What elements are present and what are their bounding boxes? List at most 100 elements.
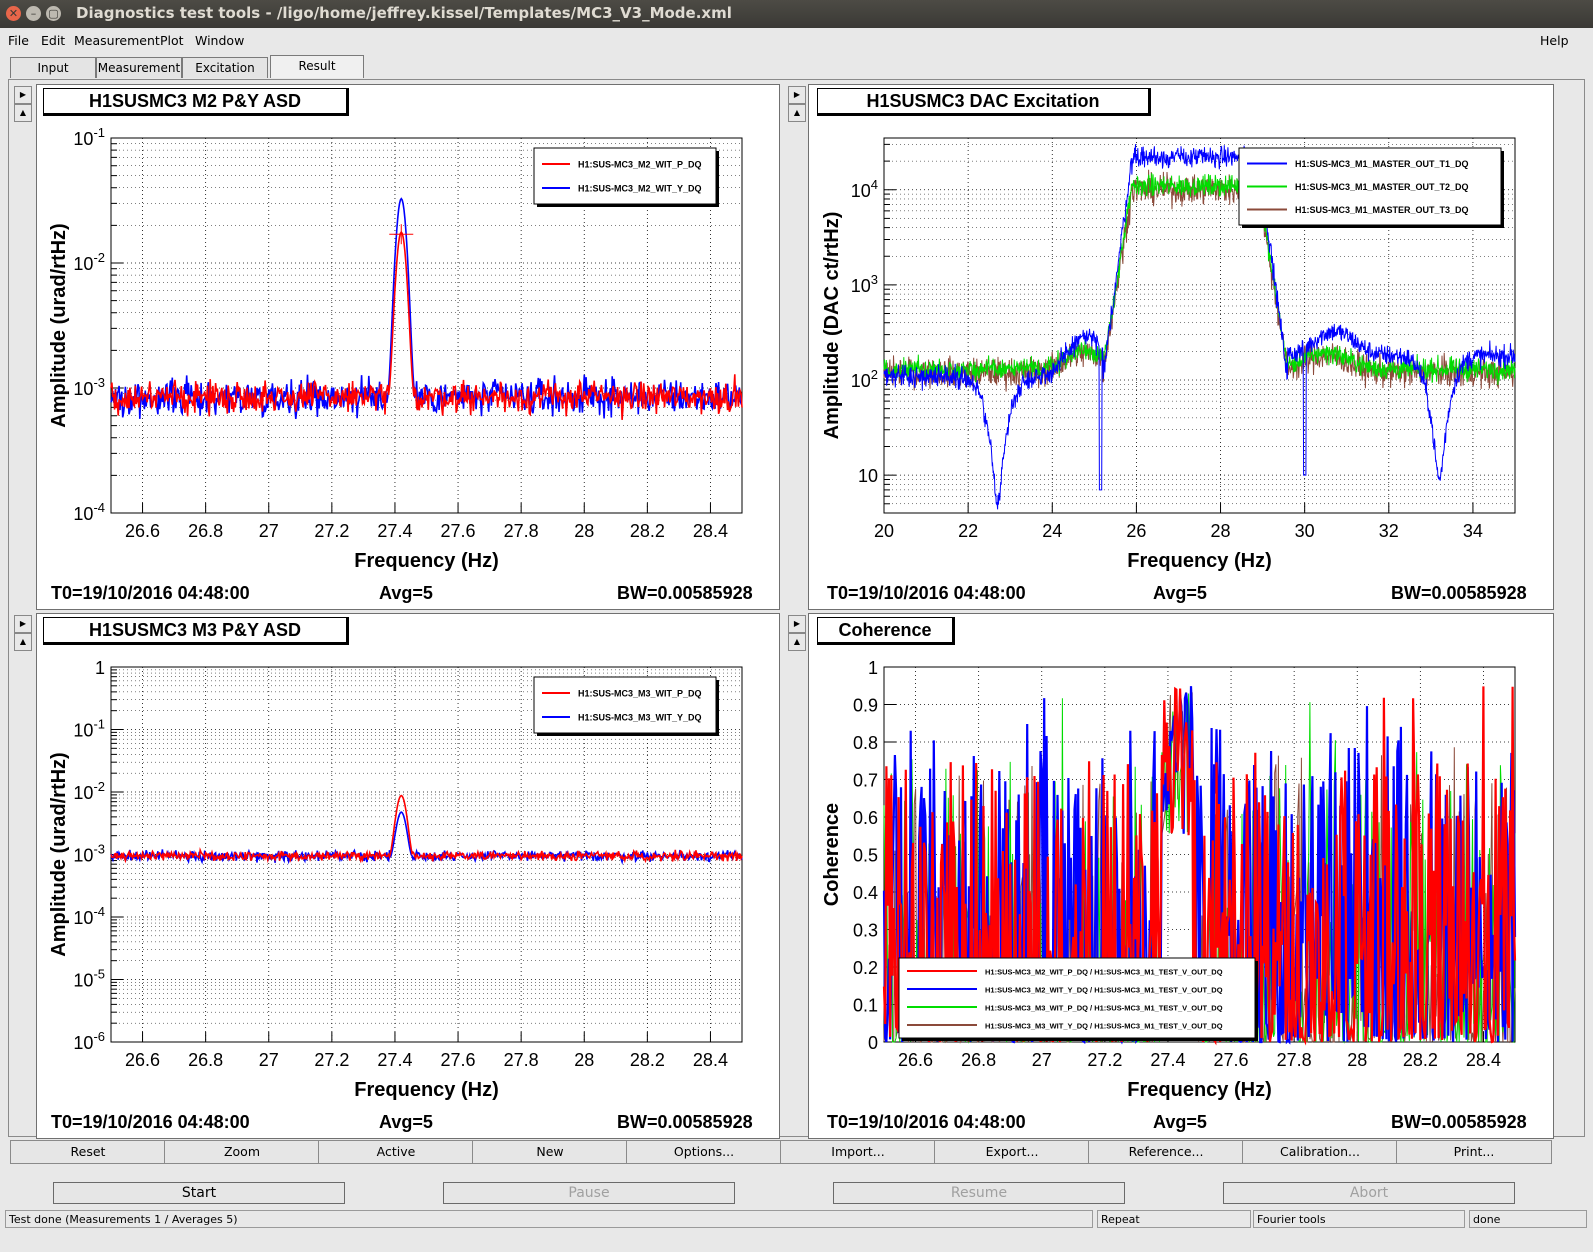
y-tick-label: 10-1 xyxy=(73,717,105,741)
plot-pad-dac-excitation[interactable]: H1SUSMC3 DAC Excitation 20 22 24 26 28 30 32 34… xyxy=(808,84,1554,610)
y-tick-label: 10-5 xyxy=(73,967,105,991)
x-tick-label: 27.4 xyxy=(377,1050,412,1070)
plot-pad-m2-asd[interactable]: H1SUSMC3 M2 P&Y ASD 26.6 26.8 27 27.2 27.4 27… xyxy=(36,84,780,610)
chart-dac-excitation[interactable]: 20 22 24 26 28 30 32 34 10 102 103 104 Frequency (Hz… xyxy=(809,85,1553,609)
reference-button[interactable]: Reference... xyxy=(1088,1140,1244,1164)
y-tick-label: 1 xyxy=(868,658,878,678)
chart-coherence[interactable]: 26.6 26.8 27 27.2 27.4 27.6 27.8 28 28.2 28.4 0 0.1… xyxy=(809,614,1553,1138)
x-tick-label: 27.8 xyxy=(504,1050,539,1070)
legend-box xyxy=(533,676,717,734)
tab-excitation[interactable]: Excitation xyxy=(182,57,268,78)
menu-plot[interactable]: Plot xyxy=(160,33,184,48)
options-button[interactable]: Options... xyxy=(626,1140,782,1164)
pad3-collapse-icon[interactable]: ▲ xyxy=(14,633,32,651)
abort-button[interactable]: Abort xyxy=(1223,1182,1515,1204)
tab-measurement[interactable]: Measurement xyxy=(96,57,182,78)
pause-button[interactable]: Pause xyxy=(443,1182,735,1204)
x-tick-label: 28.4 xyxy=(1466,1050,1501,1070)
legend-entry: H1:SUS-MC3_M2_WIT_Y_DQ / H1:SUS-MC3_M1_T… xyxy=(985,986,1223,995)
window-titlebar: ✕ – ▢ Diagnostics test tools - /ligo/hom… xyxy=(0,0,1593,28)
chart-m3-asd[interactable]: 26.6 26.8 27 27.2 27.4 27.6 27.8 28 28.2 28.4 10-6… xyxy=(37,614,779,1138)
x-tick-label: 28 xyxy=(1347,1050,1367,1070)
pad4-collapse-icon[interactable]: ▲ xyxy=(788,633,806,651)
x-tick-label: 26.6 xyxy=(125,1050,160,1070)
export-button[interactable]: Export... xyxy=(934,1140,1090,1164)
plot-t0: T0=19/10/2016 04:48:00 xyxy=(827,1112,1026,1132)
y-axis-label: Amplitude (urad/rtHz) xyxy=(48,223,70,427)
x-tick-label: 28.2 xyxy=(1403,1050,1438,1070)
y-tick-label: 10-3 xyxy=(73,375,105,399)
y-tick-label: 10-2 xyxy=(73,250,105,274)
tab-result[interactable]: Result xyxy=(270,55,364,78)
plot-pad-coherence[interactable]: Coherence 26.6 26.8 27 27.2 27.4 27.6 27.8 28 28… xyxy=(808,613,1554,1139)
window-title: Diagnostics test tools - /ligo/home/jeff… xyxy=(76,4,732,22)
x-tick-label: 27.8 xyxy=(1277,1050,1312,1070)
calibration-button[interactable]: Calibration... xyxy=(1242,1140,1398,1164)
menu-window[interactable]: Window xyxy=(195,33,244,48)
y-tick-label: 0.5 xyxy=(853,846,878,866)
legend-entry: H1:SUS-MC3_M3_WIT_P_DQ / H1:SUS-MC3_M1_T… xyxy=(985,1004,1223,1013)
print-button[interactable]: Print... xyxy=(1396,1140,1552,1164)
resume-button[interactable]: Resume xyxy=(833,1182,1125,1204)
plot-avg: Avg=5 xyxy=(379,1112,433,1132)
pad2-expand-icon[interactable]: ▶ xyxy=(788,86,806,104)
plot-bw: BW=0.00585928 xyxy=(617,583,753,603)
minimize-window-icon[interactable]: – xyxy=(26,6,41,21)
active-button[interactable]: Active xyxy=(318,1140,474,1164)
zoom-button[interactable]: Zoom xyxy=(164,1140,320,1164)
x-tick-label: 28.2 xyxy=(630,1050,665,1070)
pad1-collapse-icon[interactable]: ▲ xyxy=(14,104,32,122)
pad4-expand-icon[interactable]: ▶ xyxy=(788,615,806,633)
legend-entry: H1:SUS-MC3_M2_WIT_P_DQ / H1:SUS-MC3_M1_T… xyxy=(985,968,1223,977)
pad1-expand-icon[interactable]: ▶ xyxy=(14,86,32,104)
import-button[interactable]: Import... xyxy=(780,1140,936,1164)
x-tick-label: 27 xyxy=(1032,1050,1052,1070)
plot-pad-m3-asd[interactable]: H1SUSMC3 M3 P&Y ASD 26.6 26.8 27 27.2 27.4 27… xyxy=(36,613,780,1139)
x-tick-label: 27 xyxy=(259,1050,279,1070)
y-tick-label: 104 xyxy=(851,177,878,201)
menu-measurement[interactable]: Measurement xyxy=(74,33,160,48)
x-tick-label: 20 xyxy=(874,521,894,541)
x-tick-label: 30 xyxy=(1295,521,1315,541)
y-tick-label: 102 xyxy=(851,367,878,391)
x-axis-label: Frequency (Hz) xyxy=(1127,1079,1271,1101)
plot-t0: T0=19/10/2016 04:48:00 xyxy=(827,583,1026,603)
plot-avg: Avg=5 xyxy=(379,583,433,603)
menu-bar: File Edit Measurement Plot Window Help xyxy=(0,30,1593,50)
plot-bw: BW=0.00585928 xyxy=(1391,583,1527,603)
y-axis-label: Amplitude (urad/rtHz) xyxy=(48,752,70,956)
menu-file[interactable]: File xyxy=(8,33,29,48)
new-button[interactable]: New xyxy=(472,1140,628,1164)
y-tick-label: 0.4 xyxy=(853,883,878,903)
plot-avg: Avg=5 xyxy=(1153,583,1207,603)
pad2-collapse-icon[interactable]: ▲ xyxy=(788,104,806,122)
y-tick-label: 10-2 xyxy=(73,779,105,803)
x-tick-label: 26.6 xyxy=(898,1050,933,1070)
pad3-expand-icon[interactable]: ▶ xyxy=(14,615,32,633)
close-window-icon[interactable]: ✕ xyxy=(6,6,21,21)
reset-button[interactable]: Reset xyxy=(10,1140,166,1164)
x-tick-label: 27.4 xyxy=(377,521,412,541)
menu-help[interactable]: Help xyxy=(1540,33,1569,48)
plot-button-bar: Reset Zoom Active New Options... Import.… xyxy=(8,1140,1583,1164)
plot-bw: BW=0.00585928 xyxy=(1391,1112,1527,1132)
start-button[interactable]: Start xyxy=(53,1182,345,1204)
menu-edit[interactable]: Edit xyxy=(41,33,65,48)
x-tick-label: 27.2 xyxy=(1087,1050,1122,1070)
chart-m2-asd[interactable]: 26.6 26.8 27 27.2 27.4 27.6 27.8 28 28.2 28.4 10-4… xyxy=(37,85,779,609)
legend-entry: H1:SUS-MC3_M2_WIT_Y_DQ xyxy=(578,184,702,194)
x-tick-label: 27.6 xyxy=(441,521,476,541)
plot-t0: T0=19/10/2016 04:48:00 xyxy=(51,1112,250,1132)
status-repeat: Repeat xyxy=(1097,1210,1251,1228)
y-tick-label: 0.6 xyxy=(853,808,878,828)
x-tick-label: 26.8 xyxy=(961,1050,996,1070)
y-axis-label: Amplitude (DAC ct/rtHz) xyxy=(821,212,843,440)
y-tick-label: 1 xyxy=(95,658,105,678)
y-tick-label: 0.3 xyxy=(853,921,878,941)
x-tick-label: 27.6 xyxy=(441,1050,476,1070)
y-tick-label: 103 xyxy=(851,272,878,296)
tab-input[interactable]: Input xyxy=(10,57,96,78)
x-tick-label: 28.4 xyxy=(693,1050,728,1070)
maximize-window-icon[interactable]: ▢ xyxy=(46,6,61,21)
x-tick-label: 28.4 xyxy=(693,521,728,541)
